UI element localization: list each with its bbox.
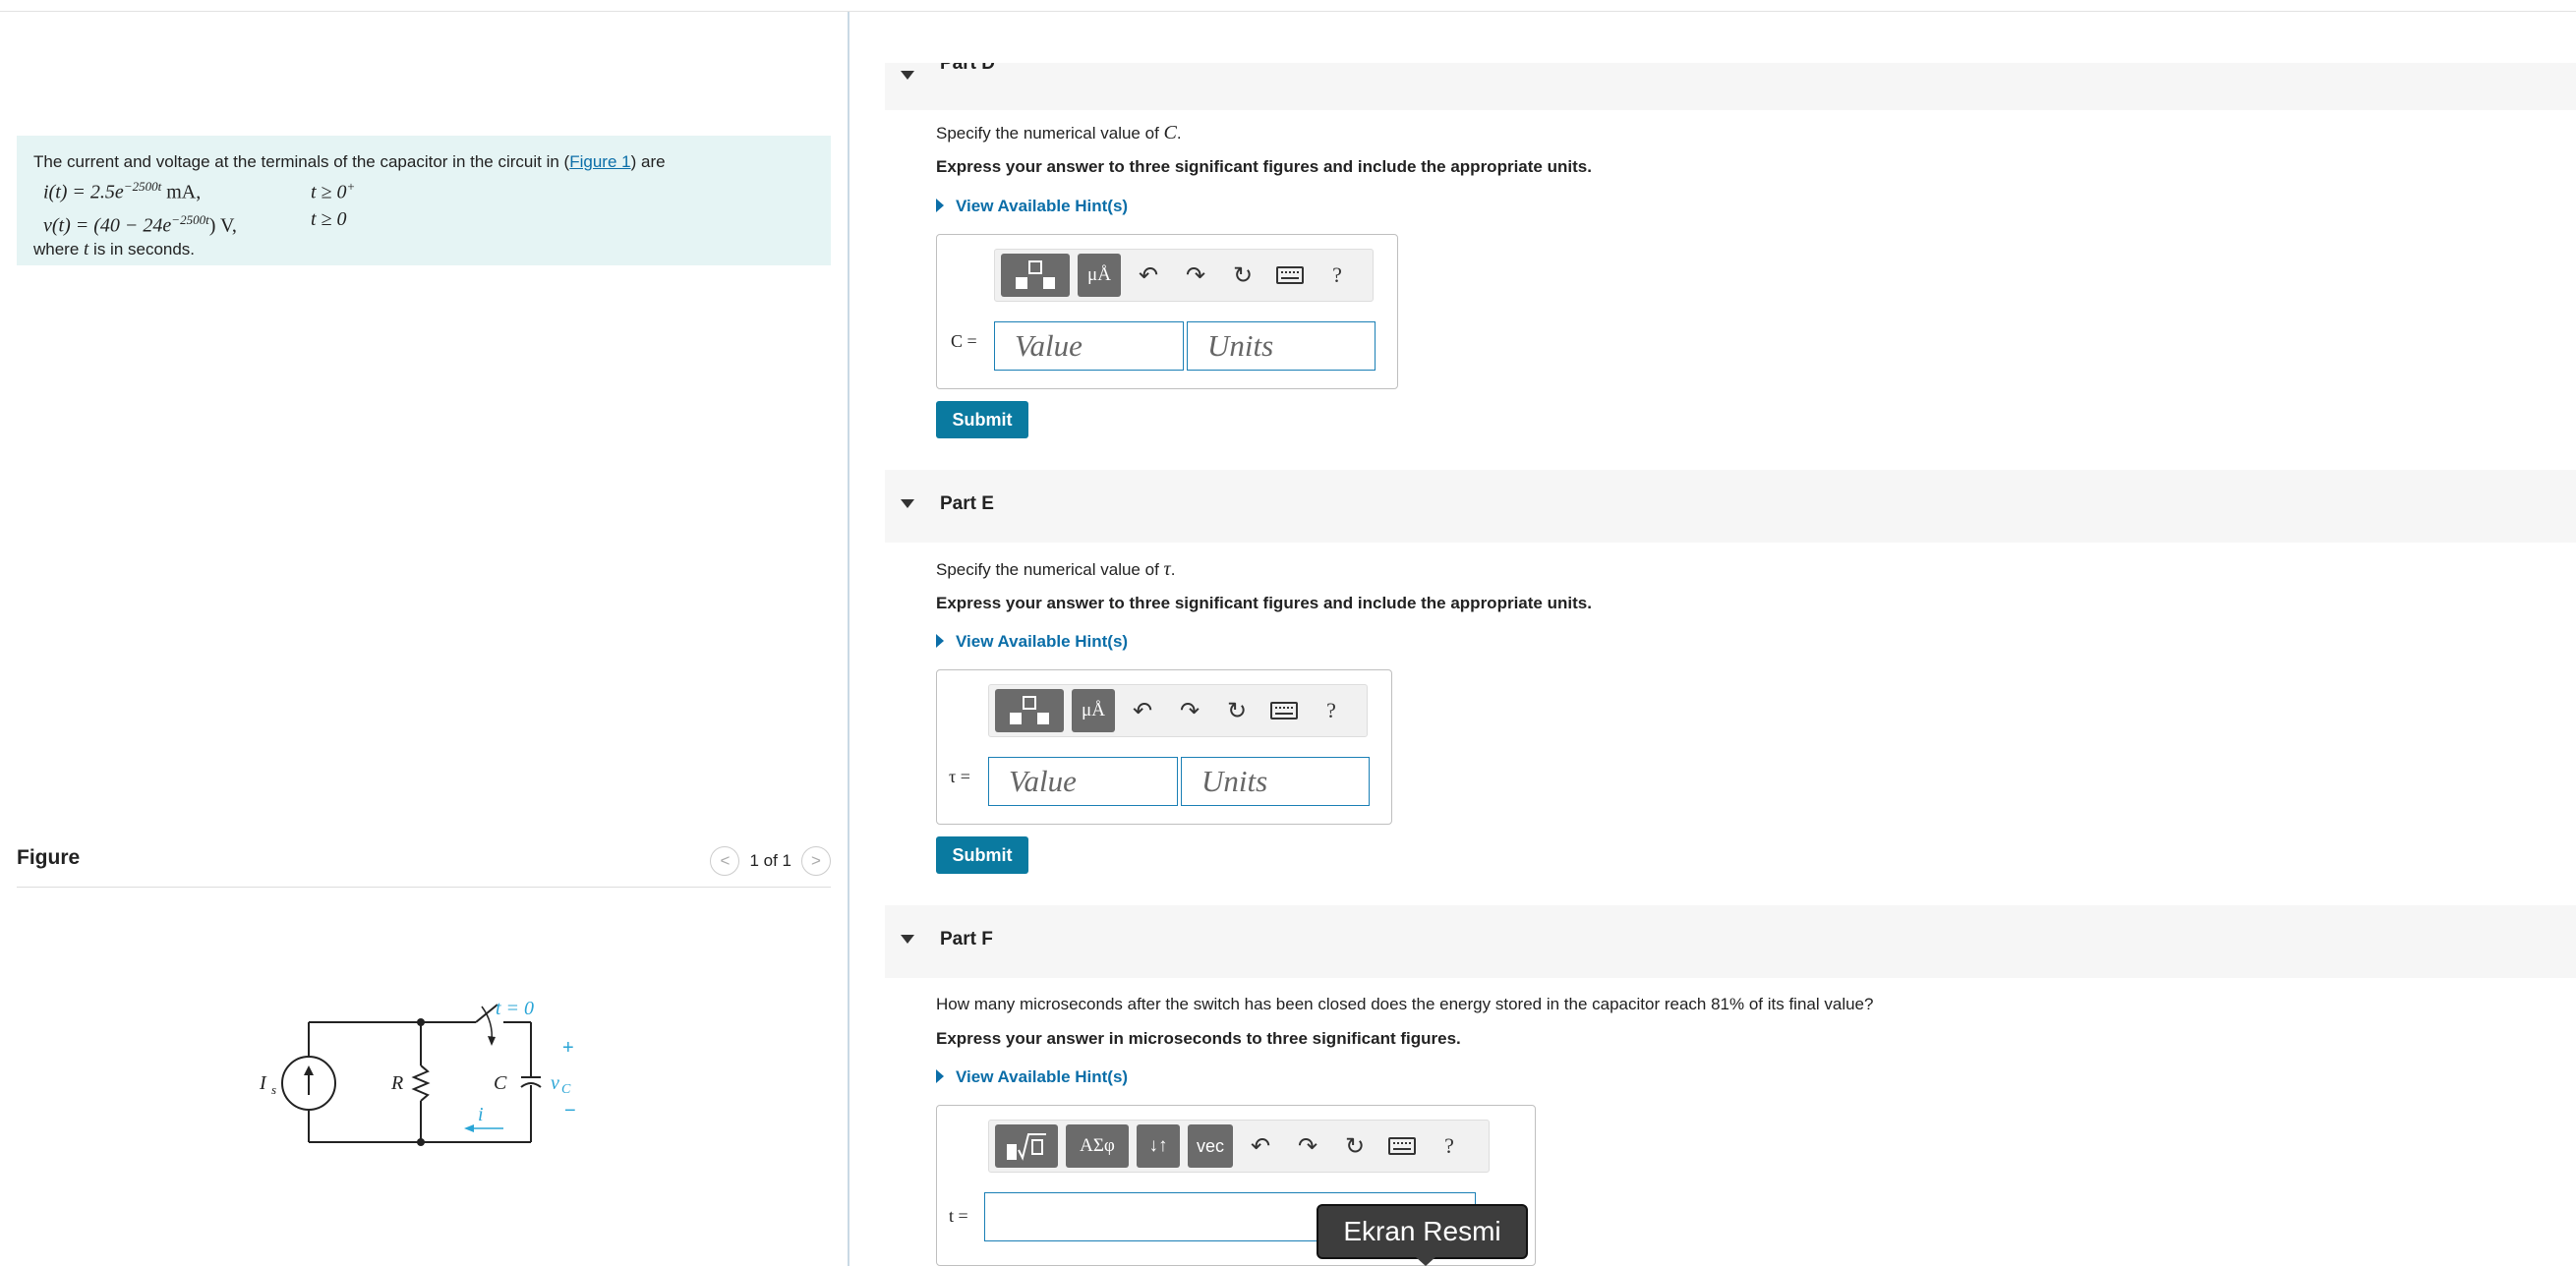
- capacitor-label: C: [494, 1072, 507, 1094]
- collapse-caret-icon: [901, 935, 914, 944]
- current-equation: i(t) = 2.5e−2500t mA, t ≥ 0+: [43, 179, 356, 203]
- templates-button[interactable]: [995, 1124, 1058, 1168]
- figure-header: Figure < 1 of 1 >: [17, 840, 831, 888]
- keyboard-icon[interactable]: [1270, 254, 1310, 297]
- part-d-question: Specify the numerical value of C.: [936, 122, 1182, 144]
- screenshot-tooltip: Ekran Resmi: [1317, 1204, 1528, 1259]
- keyboard-icon[interactable]: [1382, 1124, 1422, 1168]
- problem-intro: The current and voltage at the terminals…: [33, 152, 666, 171]
- help-button[interactable]: ?: [1317, 254, 1357, 297]
- reset-icon[interactable]: ↻: [1223, 254, 1262, 297]
- source-label: I: [259, 1072, 267, 1094]
- part-e-hint-link[interactable]: View Available Hint(s): [936, 632, 1128, 652]
- current-label: i: [478, 1104, 484, 1125]
- greek-symbols-button[interactable]: ΑΣφ: [1066, 1124, 1129, 1168]
- reset-icon[interactable]: ↻: [1217, 689, 1257, 732]
- part-f-question: How many microseconds after the switch h…: [936, 995, 1874, 1013]
- part-e-units-input[interactable]: Units: [1181, 757, 1370, 806]
- next-figure-button[interactable]: >: [801, 846, 831, 876]
- undo-icon[interactable]: ↶: [1129, 254, 1168, 297]
- resistor-label: R: [390, 1072, 403, 1094]
- expand-caret-icon: [936, 199, 944, 212]
- expand-caret-icon: [936, 1069, 944, 1083]
- expand-caret-icon: [936, 634, 944, 648]
- vector-button[interactable]: vec: [1188, 1124, 1233, 1168]
- templates-button[interactable]: [1001, 254, 1070, 297]
- part-f-title: Part F: [940, 929, 993, 950]
- templates-button[interactable]: [995, 689, 1064, 732]
- pager-count: 1 of 1: [749, 851, 791, 870]
- part-f-toolbar: ΑΣφ ↓↑ vec ↶ ↷ ↻ ?: [988, 1120, 1490, 1173]
- circuit-figure: I s R C t = 0 + − v C i: [259, 998, 576, 1146]
- part-e-answer-box: μÅ ↶ ↷ ↻ ? τ = Value Units: [936, 669, 1392, 825]
- part-f-input-label: t =: [949, 1206, 968, 1226]
- collapse-caret-icon: [901, 499, 914, 508]
- plus-sign: +: [562, 1037, 574, 1059]
- figure-link[interactable]: Figure 1: [569, 152, 630, 171]
- template-icon: [1016, 260, 1055, 289]
- switch-label: t = 0: [496, 998, 534, 1019]
- minus-sign: −: [564, 1100, 576, 1122]
- vc-label: v: [551, 1072, 559, 1094]
- tooltip-pointer: [1416, 1257, 1435, 1266]
- part-d-hint-link[interactable]: View Available Hint(s): [936, 197, 1128, 216]
- part-d-answer-box: μÅ ↶ ↷ ↻ ? C = Value Units: [936, 234, 1398, 389]
- part-f-instruction: Express your answer in microseconds to t…: [936, 1029, 1461, 1048]
- part-d-instruction: Express your answer to three significant…: [936, 157, 1592, 176]
- problem-statement: The current and voltage at the terminals…: [17, 136, 831, 265]
- sqrt-template-icon: [1007, 1133, 1046, 1161]
- part-d-input-label: C =: [951, 331, 977, 351]
- part-e-value-input[interactable]: Value: [988, 757, 1178, 806]
- arrows-button[interactable]: ↓↑: [1137, 1124, 1180, 1168]
- right-panel: Part D Specify the numerical value of C.…: [849, 12, 2576, 1266]
- collapse-caret-icon: [901, 71, 914, 80]
- part-d-toolbar: μÅ ↶ ↷ ↻ ?: [994, 249, 1374, 302]
- source-subscript: s: [271, 1082, 276, 1097]
- part-d-title: Part D: [940, 63, 995, 74]
- part-d-units-input[interactable]: Units: [1187, 321, 1376, 371]
- keyboard-icon[interactable]: [1264, 689, 1304, 732]
- part-e-question: Specify the numerical value of τ.: [936, 558, 1176, 580]
- part-e-toolbar: μÅ ↶ ↷ ↻ ?: [988, 684, 1368, 737]
- redo-icon[interactable]: ↷: [1170, 689, 1209, 732]
- units-button[interactable]: μÅ: [1072, 689, 1115, 732]
- figure-title: Figure: [17, 846, 81, 869]
- part-f-header[interactable]: Part F: [885, 905, 2576, 978]
- reset-icon[interactable]: ↻: [1335, 1124, 1375, 1168]
- figure-pager: < 1 of 1 >: [710, 846, 831, 876]
- part-d-submit-button[interactable]: Submit: [936, 401, 1028, 438]
- help-button[interactable]: ?: [1312, 689, 1351, 732]
- part-e-submit-button[interactable]: Submit: [936, 836, 1028, 874]
- prev-figure-button[interactable]: <: [710, 846, 740, 876]
- redo-icon[interactable]: ↷: [1176, 254, 1215, 297]
- undo-icon[interactable]: ↶: [1123, 689, 1162, 732]
- part-d-value-input[interactable]: Value: [994, 321, 1184, 371]
- help-button[interactable]: ?: [1430, 1124, 1469, 1168]
- problem-footer: where t is in seconds.: [33, 239, 196, 260]
- part-f-hint-link[interactable]: View Available Hint(s): [936, 1067, 1128, 1087]
- part-e-header[interactable]: Part E: [885, 470, 2576, 543]
- vc-subscript: C: [561, 1082, 571, 1097]
- redo-icon[interactable]: ↷: [1288, 1124, 1327, 1168]
- undo-icon[interactable]: ↶: [1241, 1124, 1280, 1168]
- top-bar: [0, 0, 2576, 12]
- part-e-input-label: τ =: [949, 767, 970, 786]
- part-e-instruction: Express your answer to three significant…: [936, 594, 1592, 612]
- part-e-title: Part E: [940, 493, 994, 514]
- part-d-header[interactable]: Part D: [885, 63, 2576, 110]
- template-icon: [1010, 696, 1049, 724]
- units-button[interactable]: μÅ: [1078, 254, 1121, 297]
- voltage-equation: v(t) = (40 − 24e−2500t) V, t ≥ 0: [43, 207, 347, 237]
